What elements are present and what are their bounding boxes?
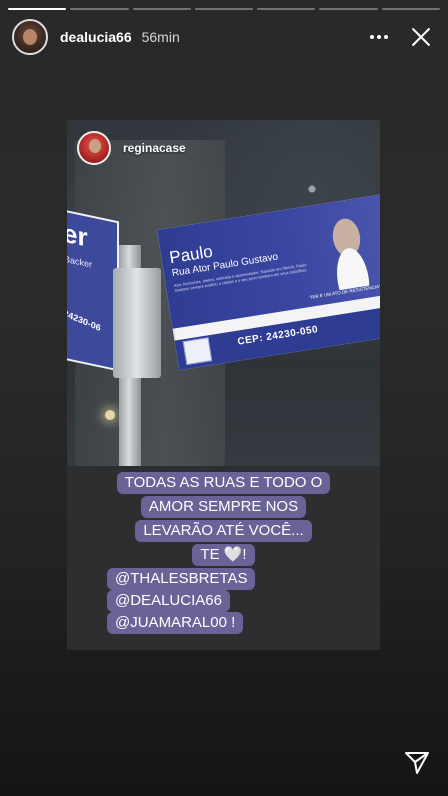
street-sign-left: er Backer 24230-06 <box>67 208 119 372</box>
caption-line: TODAS AS RUAS E TODO O <box>116 472 331 494</box>
story-viewer: dealucia66 56min er Backer 24230-06 Paul… <box>0 0 448 796</box>
story-header: dealucia66 56min <box>12 18 436 56</box>
story-caption: TODAS AS RUAS E TODO O AMOR SEMPRE NOS L… <box>67 472 380 634</box>
mention-link[interactable]: @THALESBRETAS <box>107 568 256 590</box>
caption-line: AMOR SEMPRE NOS <box>140 496 307 518</box>
portrait-image <box>306 201 380 294</box>
progress-segment <box>257 8 316 10</box>
send-icon[interactable] <box>404 750 430 776</box>
caption-line: TE 🤍! <box>192 544 255 566</box>
story-timestamp: 56min <box>141 29 180 45</box>
post-photo: er Backer 24230-06 Paulo Rua Ator Paulo … <box>67 120 380 466</box>
progress-segment <box>319 8 378 10</box>
post-header[interactable]: reginacase <box>77 130 186 166</box>
progress-segment <box>70 8 129 10</box>
caption-line: LEVARÃO ATÉ VOCÊ... <box>135 520 312 542</box>
post-avatar[interactable] <box>77 131 111 165</box>
mention-link[interactable]: @JUAMARAL00 ! <box>107 612 244 634</box>
sign-clamp <box>113 268 161 378</box>
progress-segment <box>8 8 67 10</box>
story-progress-bar <box>8 8 440 10</box>
reshared-post[interactable]: er Backer 24230-06 Paulo Rua Ator Paulo … <box>67 120 380 650</box>
post-username[interactable]: reginacase <box>123 141 186 155</box>
progress-segment <box>132 8 191 10</box>
progress-segment <box>194 8 254 10</box>
mention-link[interactable]: @DEALUCIA66 <box>107 590 230 612</box>
progress-segment <box>381 8 440 10</box>
story-username[interactable]: dealucia66 <box>60 29 132 45</box>
city-logo-icon <box>182 337 213 366</box>
close-icon[interactable] <box>406 22 436 52</box>
more-options-icon[interactable] <box>364 22 394 52</box>
avatar[interactable] <box>12 19 48 55</box>
